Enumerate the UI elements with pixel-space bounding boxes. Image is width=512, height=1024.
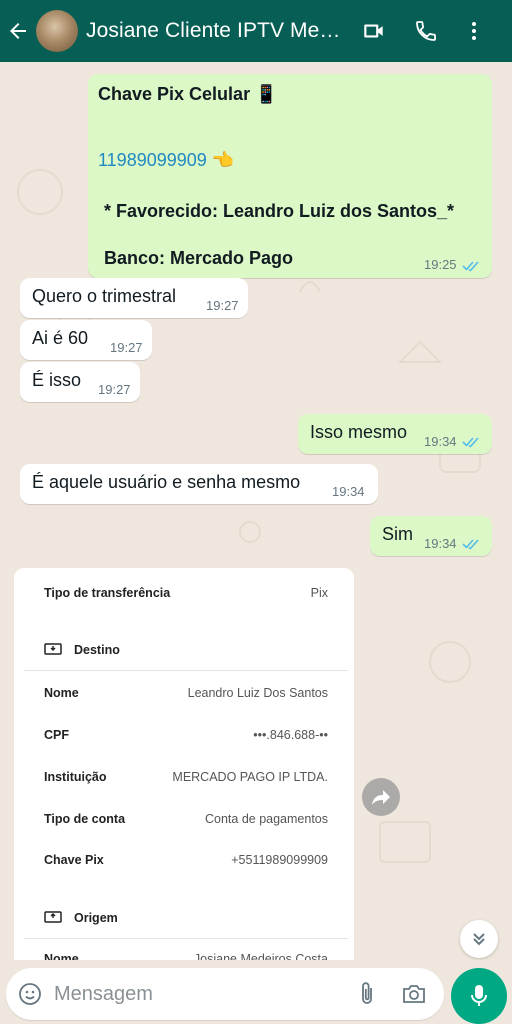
receipt-label: Nome xyxy=(44,952,79,960)
emoji-icon xyxy=(19,983,41,1005)
mic-button[interactable] xyxy=(451,968,507,1024)
contact-name[interactable]: Josiane Cliente IPTV Medeiros xyxy=(86,19,348,43)
attach-icon xyxy=(362,982,372,1004)
divider xyxy=(24,670,348,671)
message-time: 19:25 xyxy=(424,257,457,272)
chat-area[interactable]: Chave Pix Celular 📱 11989099909 👈 * Favo… xyxy=(0,62,512,960)
read-ticks-icon xyxy=(462,437,479,448)
receipt-section-destino: Destino xyxy=(44,642,120,658)
avatar[interactable] xyxy=(36,10,78,52)
message-text: Isso mesmo xyxy=(310,422,408,442)
receipt-image-message[interactable]: Tipo de transferência Pix Destino Nome L… xyxy=(14,568,354,960)
receipt-value: Conta de pagamentos xyxy=(204,812,328,826)
message-text: É isso xyxy=(32,370,82,390)
attach-button[interactable] xyxy=(344,968,390,1020)
phone-icon xyxy=(416,21,436,41)
message-incoming[interactable]: É isso 19:27 xyxy=(20,362,140,402)
more-vert-icon xyxy=(472,22,476,40)
section-label: Destino xyxy=(74,643,120,657)
origin-icon xyxy=(44,911,62,923)
message-time: 19:34 xyxy=(424,434,457,449)
message-outgoing[interactable]: Isso mesmo 19:34 xyxy=(298,414,492,454)
receipt-label: CPF xyxy=(44,728,69,742)
destination-icon xyxy=(44,643,62,655)
receipt-row: CPF •••.846.688-•• xyxy=(44,728,328,742)
message-input[interactable] xyxy=(54,982,344,1006)
forward-button[interactable] xyxy=(362,778,400,816)
pix-bank: Banco: Mercado Pago xyxy=(104,248,294,268)
receipt-value: •••.846.688-•• xyxy=(253,728,328,742)
receipt-label: Chave Pix xyxy=(44,853,104,867)
message-time: 19:27 xyxy=(206,298,239,313)
pix-favorecido: * Favorecido: Leandro Luiz dos Santos_* xyxy=(104,201,455,221)
back-button[interactable] xyxy=(0,0,36,62)
chat-header: Josiane Cliente IPTV Medeiros xyxy=(0,0,512,62)
receipt-label: Tipo de conta xyxy=(44,812,126,826)
section-label: Origem xyxy=(74,911,118,925)
message-time: 19:34 xyxy=(332,484,365,499)
message-composer xyxy=(6,968,444,1020)
read-ticks-icon xyxy=(462,261,479,272)
back-arrow-icon xyxy=(10,23,26,39)
camera-icon xyxy=(403,985,425,1003)
receipt-value: Pix xyxy=(310,586,328,600)
message-time: 19:27 xyxy=(98,382,131,397)
message-incoming[interactable]: É aquele usuário e senha mesmo 19:34 xyxy=(20,464,378,504)
message-time: 19:27 xyxy=(110,340,143,355)
emoji-button[interactable] xyxy=(6,968,54,1020)
message-text: Sim xyxy=(382,524,413,544)
receipt-row: Nome Josiane Medeiros Costa xyxy=(44,952,328,960)
video-call-icon xyxy=(364,24,383,38)
receipt-value: +5511989099909 xyxy=(231,853,328,867)
receipt-row: Nome Leandro Luiz Dos Santos xyxy=(44,686,328,700)
pix-phone-link[interactable]: 11989099909 👈 xyxy=(98,150,234,171)
message-text: Ai é 60 xyxy=(32,328,89,348)
pix-title: Chave Pix Celular 📱 xyxy=(98,84,278,104)
message-incoming[interactable]: Ai é 60 19:27 xyxy=(20,320,152,360)
scroll-to-bottom-button[interactable] xyxy=(460,920,498,958)
read-ticks-icon xyxy=(462,539,479,550)
forward-icon xyxy=(372,790,390,805)
receipt-row: Tipo de conta Conta de pagamentos xyxy=(44,812,328,826)
more-options-button[interactable] xyxy=(452,0,496,62)
receipt-label: Instituição xyxy=(44,770,107,784)
voice-call-button[interactable] xyxy=(400,0,452,62)
receipt-value: MERCADO PAGO IP LTDA. xyxy=(172,770,328,784)
double-chevron-down-icon xyxy=(473,933,485,946)
receipt-row: Instituição MERCADO PAGO IP LTDA. xyxy=(44,770,328,784)
receipt-value: Leandro Luiz Dos Santos xyxy=(187,686,328,700)
receipt-label: Tipo de transferência xyxy=(44,586,171,600)
receipt-label: Nome xyxy=(44,686,79,700)
message-text: É aquele usuário e senha mesmo xyxy=(32,472,301,492)
mic-icon xyxy=(471,985,487,1006)
message-time: 19:34 xyxy=(424,536,457,551)
receipt-value: Josiane Medeiros Costa xyxy=(193,952,328,960)
camera-button[interactable] xyxy=(390,968,438,1020)
receipt-row: Chave Pix +5511989099909 xyxy=(44,853,328,867)
receipt-section-origem: Origem xyxy=(44,910,118,926)
message-pix-key[interactable]: Chave Pix Celular 📱 11989099909 👈 * Favo… xyxy=(88,74,492,278)
message-text: Quero o trimestral xyxy=(32,286,177,306)
receipt-row-transfer-type: Tipo de transferência Pix xyxy=(44,586,328,600)
message-outgoing[interactable]: Sim 19:34 xyxy=(370,516,492,556)
divider xyxy=(24,938,348,939)
message-incoming[interactable]: Quero o trimestral 19:27 xyxy=(20,278,248,318)
video-call-button[interactable] xyxy=(348,0,400,62)
